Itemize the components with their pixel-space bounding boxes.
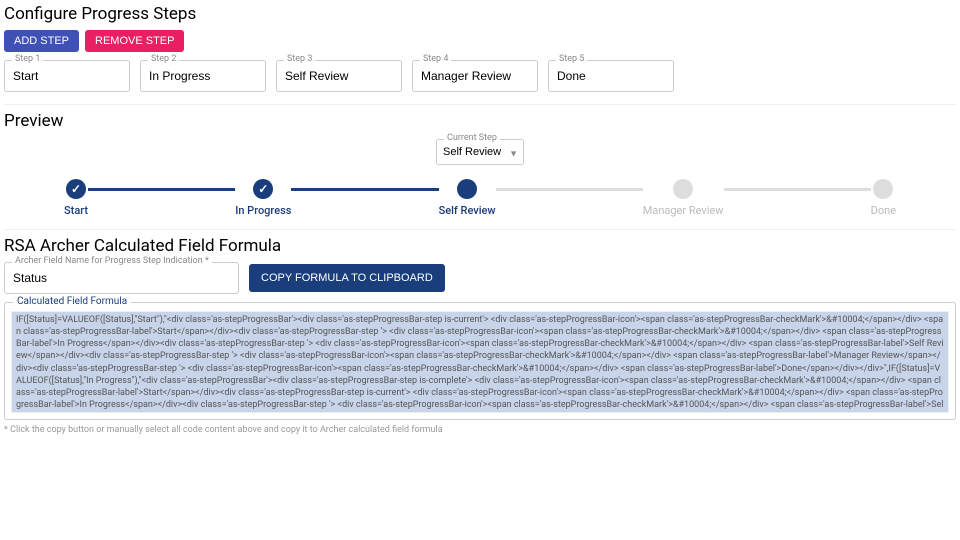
- progress-step-icon: ✓: [66, 179, 86, 199]
- archer-field-label: Archer Field Name for Progress Step Indi…: [12, 256, 212, 266]
- step-input-label: Step 1: [12, 54, 43, 64]
- add-step-button[interactable]: ADD STEP: [4, 30, 79, 52]
- formula-textarea[interactable]: IF([Status]=VALUEOF([Status],"Start"),"<…: [11, 311, 949, 413]
- progress-connector: [496, 188, 643, 191]
- formula-hint: * Click the copy button or manually sele…: [4, 425, 956, 435]
- progress-bar: ✓ Start ✓ In Progress Self Review Manager Rev…: [64, 179, 896, 217]
- progress-step-icon: [673, 179, 693, 199]
- step-input-3[interactable]: [276, 60, 402, 92]
- progress-step-icon: [457, 179, 477, 199]
- step-input-5[interactable]: [548, 60, 674, 92]
- archer-field-input[interactable]: [4, 262, 239, 294]
- progress-step-label: In Progress: [235, 204, 291, 217]
- step-input-2[interactable]: [140, 60, 266, 92]
- divider: [4, 229, 956, 230]
- formula-title: RSA Archer Calculated Field Formula: [4, 236, 956, 256]
- configure-title: Configure Progress Steps: [4, 4, 956, 24]
- progress-connector: [88, 188, 235, 191]
- progress-step-label: Done: [871, 204, 896, 217]
- progress-step-icon: [873, 179, 893, 199]
- formula-box-label: Calculated Field Formula: [13, 296, 131, 307]
- copy-formula-button[interactable]: COPY FORMULA TO CLIPBOARD: [249, 264, 445, 292]
- progress-step-label: Self Review: [439, 204, 496, 217]
- remove-step-button[interactable]: REMOVE STEP: [85, 30, 184, 52]
- step-input-label: Step 4: [420, 54, 451, 64]
- step-input-label: Step 2: [148, 54, 179, 64]
- progress-step-label: Manager Review: [643, 204, 724, 217]
- step-input-label: Step 5: [556, 54, 587, 64]
- step-input-1[interactable]: [4, 60, 130, 92]
- progress-connector: [724, 188, 871, 191]
- step-input-4[interactable]: [412, 60, 538, 92]
- progress-step-label: Start: [64, 204, 88, 217]
- current-step-label: Current Step: [444, 133, 500, 143]
- divider: [4, 104, 956, 105]
- progress-connector: [291, 188, 438, 191]
- progress-step-icon: ✓: [253, 179, 273, 199]
- step-input-label: Step 3: [284, 54, 315, 64]
- preview-title: Preview: [4, 111, 956, 131]
